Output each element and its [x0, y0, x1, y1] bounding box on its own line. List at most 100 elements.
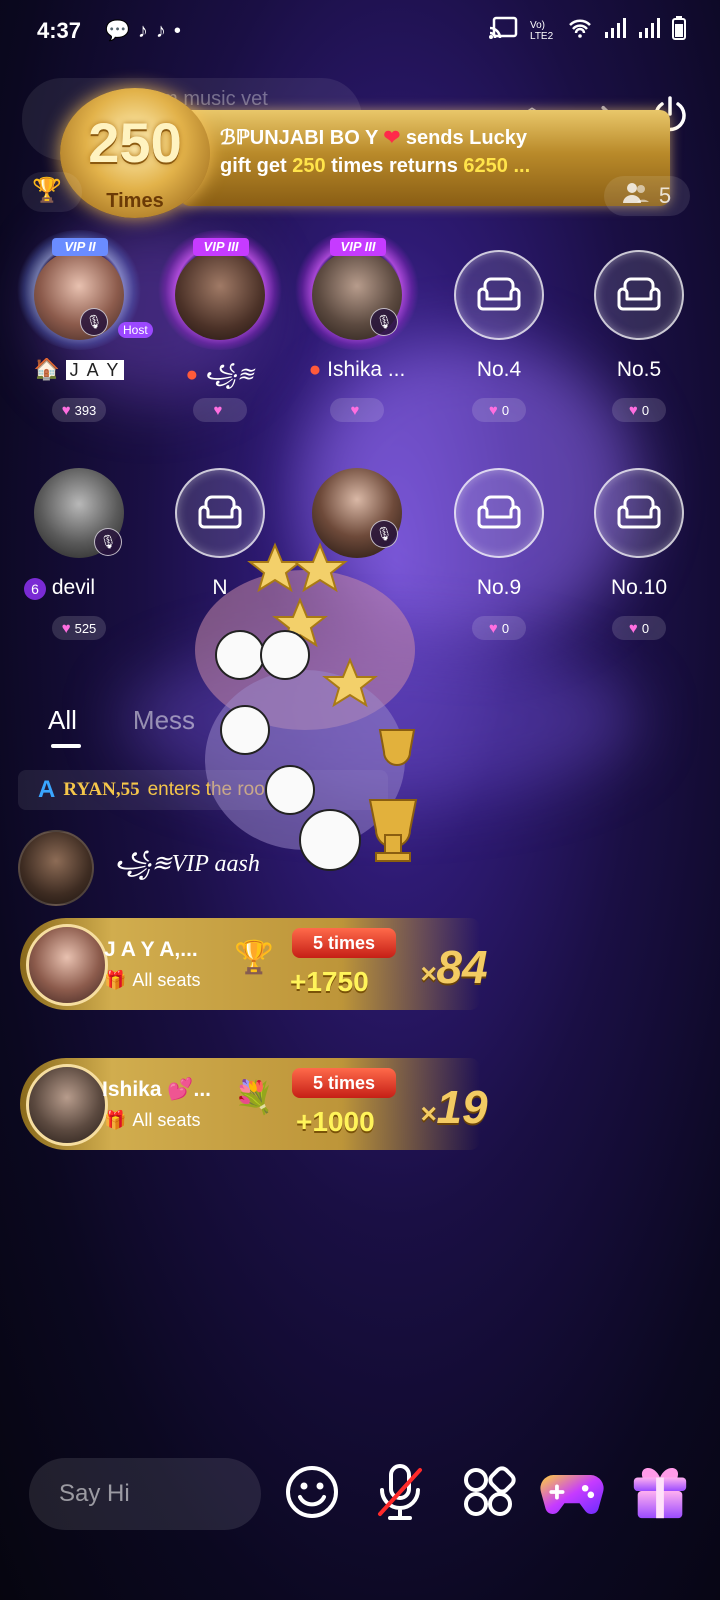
combo-count: ×84 — [420, 941, 488, 993]
seat-name: No.10 — [610, 576, 668, 599]
banner-multiplier: 250 — [292, 155, 326, 177]
heart-icon: ♥ — [488, 401, 498, 419]
banner-message: ℬℙUNJABI BO Y ❤ sends Lucky gift get 250… — [220, 124, 660, 180]
banner-line1: sends Lucky — [400, 127, 527, 149]
heart-count: ♥ 393 — [52, 398, 106, 422]
times-badge: 5 times — [292, 1068, 396, 1098]
seat-name: 🏠 J A Y — [14, 358, 144, 382]
heart-icon: ♥ — [61, 619, 71, 637]
seat-3[interactable]: VIP III 🎙 ● Ishika ... ♥ — [292, 230, 422, 430]
online-count: 5 — [658, 183, 672, 208]
tiktok-icon: ♪ — [155, 20, 174, 42]
enter-name: RYAN,55 — [63, 779, 140, 800]
letter-a-badge: A — [38, 776, 56, 803]
status-bar: 4:37 💬♪♪• Vo) LTE2 — [0, 0, 720, 62]
seat-name: No.4 — [476, 358, 522, 381]
gifter-name: J A Y A,... — [104, 938, 198, 961]
host-badge: Host — [118, 322, 153, 338]
mic-muted-icon — [378, 1464, 422, 1520]
status-time: 4:37 — [37, 18, 82, 43]
heart-count: ♥ 0 — [472, 616, 526, 640]
seat-5[interactable]: No.5 ♥ 0 — [574, 230, 704, 430]
seat-2[interactable]: VIP III ● ꧁≋ ♥ — [155, 230, 285, 430]
avatar — [26, 924, 108, 1006]
lucky-gift-banner: ℬℙUNJABI BO Y ❤ sends Lucky gift get 250… — [30, 80, 670, 220]
system-icons: Vo) LTE2 — [488, 16, 686, 45]
gift-animation — [180, 540, 430, 890]
times-badge: 250 Times — [60, 88, 210, 218]
online-users-button[interactable]: 5 — [604, 176, 690, 216]
wifi-icon — [568, 18, 592, 43]
heart-icon: ♥ — [350, 401, 360, 419]
seat-name: ● ꧁≋ — [185, 362, 255, 386]
mic-icon: 🎙 — [80, 308, 108, 336]
banner-line2-prefix: gift get — [220, 155, 293, 177]
seat-9[interactable]: No.9 ♥ 0 — [434, 448, 564, 648]
more-apps-button[interactable] — [456, 1460, 520, 1524]
avatar — [18, 830, 94, 906]
seat-4[interactable]: No.4 ♥ 0 — [434, 230, 564, 430]
avatar — [34, 250, 124, 340]
gift-box-icon — [633, 1467, 687, 1519]
trophy-icon: 🏆 — [32, 177, 62, 204]
level-badge-icon: ● — [308, 358, 322, 381]
volte-icon: Vo) LTE2 — [530, 19, 554, 42]
heart-count: ♥ 0 — [472, 398, 526, 422]
heart-icon: ❤ — [377, 127, 401, 149]
sofa-icon — [477, 495, 521, 529]
avatar — [26, 1064, 108, 1146]
seat-name: 6 devil — [24, 576, 154, 600]
vip-badge: VIP III — [330, 238, 386, 256]
sofa-icon — [617, 277, 661, 311]
seat-name: No.5 — [616, 358, 662, 381]
times-badge: 5 times — [292, 928, 396, 958]
gift-box-icon: 🎁 — [104, 1110, 127, 1130]
mic-toggle-button[interactable] — [368, 1460, 432, 1524]
empty-seat[interactable] — [594, 468, 684, 558]
heart-icon: ♥ — [61, 401, 71, 419]
vip-badge: VIP II — [52, 238, 108, 256]
gift-target: 🎁 All seats — [104, 1110, 201, 1130]
tab-all[interactable]: All — [48, 705, 77, 736]
tab-underline — [51, 744, 81, 748]
heart-icon: ♥ — [628, 619, 638, 637]
chat-input[interactable]: Say Hi — [29, 1458, 261, 1530]
combo-count: ×19 — [420, 1081, 488, 1133]
gift-combo-bar: J A Y A,... 🎁 All seats 🏆 5 times +1750 ×… — [20, 918, 488, 1010]
gift-reward: +1000 — [296, 1106, 375, 1137]
gift-button[interactable] — [628, 1460, 692, 1524]
gamepad-icon — [540, 1475, 604, 1514]
empty-seat[interactable] — [594, 250, 684, 340]
signal-icon — [638, 18, 660, 43]
system-nav-bar — [0, 1560, 720, 1600]
heart-count: ♥ — [193, 398, 247, 422]
seat-name: ● Ishika ... — [308, 358, 406, 381]
sofa-icon — [477, 277, 521, 311]
banner-sender: ℬℙUNJABI BO Y — [220, 127, 378, 149]
chat-tabs: All Mess — [48, 705, 195, 736]
game-button[interactable] — [540, 1460, 604, 1524]
heart-count: ♥ — [330, 398, 384, 422]
empty-seat[interactable] — [454, 250, 544, 340]
seat-1[interactable]: VIP II 🎙 Host 🏠 J A Y ♥ 393 — [14, 230, 153, 430]
heart-count: ♥ 0 — [612, 398, 666, 422]
trophy-gift-icon: 🏆 — [234, 939, 274, 975]
avatar — [175, 250, 265, 340]
seat-6[interactable]: 🎙 6 devil ♥ 525 — [14, 448, 144, 648]
banner-returns: 6250 ... — [463, 155, 531, 177]
banner-line2-middle: times returns — [325, 155, 464, 177]
heart-icon: ♥ — [213, 401, 223, 419]
sofa-icon — [198, 495, 242, 529]
times-number: 250 — [88, 111, 182, 174]
seat-10[interactable]: No.10 ♥ 0 — [574, 448, 704, 648]
flower-basket-gift-icon: 💐 — [234, 1079, 274, 1115]
heart-count: ♥ 525 — [52, 616, 106, 640]
gift-combo-bar: Ishika 💕... 🎁 All seats 💐 5 times +1000 ×… — [20, 1058, 488, 1150]
bottom-toolbar: Say Hi — [0, 1450, 720, 1540]
mic-icon: 🎙 — [94, 528, 122, 556]
ranking-button[interactable]: 🏆 — [22, 172, 82, 212]
signal-icon — [604, 18, 626, 43]
emoji-button[interactable] — [280, 1460, 344, 1524]
apps-grid-icon — [464, 1466, 516, 1516]
empty-seat[interactable] — [454, 468, 544, 558]
